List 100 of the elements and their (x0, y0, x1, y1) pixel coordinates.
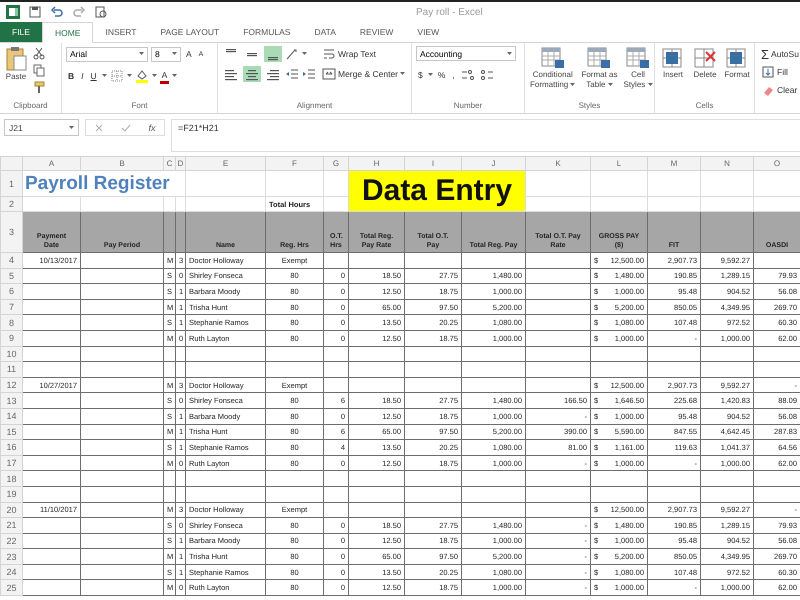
row-header[interactable]: 7 (0, 299, 22, 315)
borders-icon[interactable] (110, 69, 124, 83)
column-header[interactable]: I (404, 156, 462, 170)
group-label: Number (452, 101, 484, 112)
caret-icon (172, 52, 177, 56)
column-header[interactable]: N (700, 156, 754, 170)
row-header[interactable]: 11 (0, 362, 22, 378)
group-label: Styles (578, 101, 602, 112)
row-header[interactable]: 9 (0, 330, 22, 346)
insert-function-button[interactable]: fx (148, 122, 156, 132)
column-header[interactable]: L (590, 156, 648, 170)
cut-icon[interactable] (32, 46, 46, 60)
column-header[interactable]: G (324, 156, 348, 170)
italic-button[interactable]: I (79, 68, 86, 84)
fill-down-icon[interactable] (761, 65, 775, 79)
row-header[interactable]: 22 (0, 533, 22, 549)
wrap-text-icon[interactable] (322, 47, 336, 61)
row-header[interactable]: 2 (0, 196, 22, 212)
row-header[interactable]: 5 (0, 268, 22, 284)
row-header[interactable]: 14 (0, 408, 22, 424)
fill-button[interactable]: Fill (759, 64, 790, 80)
increase-indent-icon[interactable] (302, 67, 316, 81)
row-header[interactable]: 16 (0, 440, 22, 456)
formula-field[interactable]: =F21*H21 (171, 119, 800, 152)
caret-icon (400, 72, 405, 76)
row-header[interactable]: 21 (0, 518, 22, 534)
currency-button[interactable]: $ (416, 67, 425, 83)
column-header[interactable]: E (186, 156, 266, 170)
format-painter-icon[interactable] (32, 80, 46, 94)
row-header[interactable]: 25 (0, 580, 22, 596)
name-box[interactable]: J21 (4, 119, 79, 136)
merge-cells-icon[interactable] (322, 67, 336, 81)
row-header[interactable]: 15 (0, 424, 22, 440)
row-header[interactable]: 24 (0, 564, 22, 580)
group-label: Clipboard (12, 101, 49, 112)
column-header[interactable]: D (176, 156, 186, 170)
font-color-button[interactable]: A (160, 68, 170, 84)
caret-icon (152, 74, 157, 78)
row-header[interactable]: 18 (0, 470, 22, 486)
percent-button[interactable]: % (436, 67, 448, 83)
print-preview-icon[interactable] (94, 5, 108, 19)
data-entry-banner: Data Entry (348, 170, 526, 212)
column-header[interactable]: J (462, 156, 526, 170)
font-size-dropdown[interactable]: 8 (151, 46, 181, 62)
row-header[interactable]: 23 (0, 548, 22, 564)
paste-button[interactable]: Paste (4, 46, 28, 101)
row-header[interactable]: 17 (0, 455, 22, 471)
styles-button[interactable]: Conditional Formatting (529, 46, 576, 101)
sheet-title: Payroll Register (22, 170, 186, 196)
column-header[interactable]: K (526, 156, 590, 170)
row-header[interactable]: 12 (0, 377, 22, 393)
styles-button[interactable]: Format as Table (580, 46, 618, 101)
row-header[interactable]: 20 (0, 502, 22, 518)
undo-icon[interactable] (50, 5, 64, 19)
wrap-text-button[interactable]: Wrap Text (320, 46, 378, 62)
save-icon[interactable] (28, 5, 42, 19)
row-header[interactable]: 19 (0, 486, 22, 502)
row-header[interactable]: 3 (0, 212, 22, 252)
cells-button[interactable]: Format (723, 46, 751, 101)
increase-decimal-icon[interactable] (460, 68, 476, 82)
row-header[interactable]: 10 (0, 346, 22, 362)
bold-button[interactable]: B (66, 68, 76, 84)
column-header[interactable]: B (80, 156, 164, 170)
underline-button[interactable]: U (88, 68, 99, 84)
caret-icon (428, 73, 433, 77)
cells-button[interactable]: Insert (659, 46, 687, 101)
decrease-decimal-icon[interactable] (478, 68, 495, 82)
column-header[interactable]: O (754, 156, 800, 170)
group-label: Alignment (296, 101, 334, 112)
column-header[interactable]: M (648, 156, 700, 170)
styles-icon (625, 46, 651, 70)
caret-icon (648, 83, 653, 87)
grow-font-button[interactable]: A (184, 46, 194, 62)
font-name-dropdown[interactable]: Arial (66, 46, 148, 62)
caret-icon (126, 74, 132, 78)
number-format-dropdown[interactable]: Accounting (416, 46, 516, 61)
group-label: Cells (694, 101, 714, 112)
row-header[interactable]: 4 (0, 252, 22, 268)
copy-icon[interactable] (32, 63, 46, 77)
row-header[interactable]: 6 (0, 284, 22, 300)
comma-button[interactable]: , (450, 67, 457, 83)
ribbon-tab[interactable]: HOME (42, 22, 94, 43)
file-tab[interactable]: FILE (0, 22, 42, 42)
column-header[interactable]: C (164, 156, 176, 170)
styles-button[interactable]: Cell Styles (622, 46, 654, 101)
fill-color-icon[interactable] (134, 69, 149, 83)
decrease-indent-icon[interactable] (285, 67, 299, 81)
cells-button[interactable]: Delete (691, 46, 719, 101)
column-header[interactable]: H (348, 156, 404, 170)
column-header[interactable]: A (22, 156, 80, 170)
caret-icon (172, 74, 178, 78)
merge-center-button[interactable]: Merge & Center (320, 66, 407, 82)
column-header[interactable]: F (266, 156, 324, 170)
row-header[interactable]: 8 (0, 314, 22, 330)
orientation-icon[interactable] (285, 47, 299, 61)
row-header[interactable]: 1 (0, 170, 22, 196)
autosum-button[interactable]: Σ AutoSu (759, 46, 800, 62)
row-header[interactable]: 13 (0, 392, 22, 408)
check-icon[interactable] (121, 122, 132, 132)
clear-button[interactable]: Clear (759, 82, 800, 98)
